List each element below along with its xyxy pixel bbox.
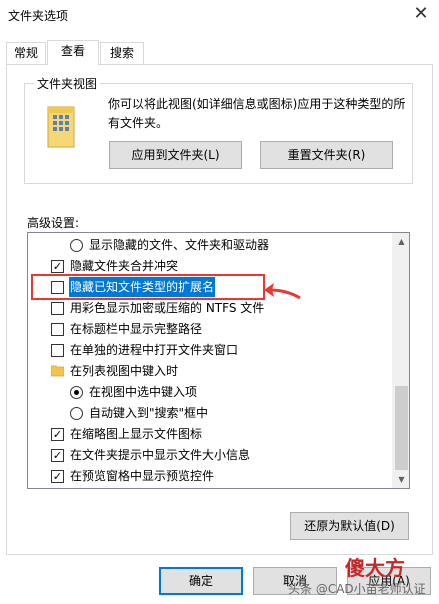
- restore-defaults-button[interactable]: 还原为默认值(D): [290, 512, 409, 540]
- watermark-text: 头条 @CAD小苗老师认证: [288, 582, 426, 596]
- folder-views-description: 你可以将此视图(如详细信息或图标)应用于这种类型的所有文件夹。: [108, 97, 406, 130]
- checkbox-checked[interactable]: ✓: [51, 470, 64, 483]
- title-bar: 文件夹选项 ✕: [0, 0, 439, 30]
- folder-icon: [51, 365, 64, 377]
- watermark-logo: 傻大方: [345, 556, 405, 580]
- close-icon[interactable]: ✕: [409, 2, 433, 26]
- folder-views-label: 文件夹视图: [34, 75, 101, 92]
- annotation-arrow-icon: [264, 283, 301, 300]
- annotation-highlight-box: [31, 274, 265, 300]
- checkbox-unchecked[interactable]: [51, 344, 64, 357]
- radio-button[interactable]: [70, 407, 83, 420]
- tab-general[interactable]: 常规: [6, 42, 46, 64]
- scroll-down-icon[interactable]: ▼: [393, 471, 409, 488]
- checkbox-unchecked[interactable]: [51, 302, 64, 315]
- scroll-up-icon[interactable]: ▲: [393, 233, 409, 250]
- tab-strip: 常规 查看 搜索: [0, 40, 439, 65]
- window-title: 文件夹选项: [8, 9, 69, 23]
- advanced-settings-label: 高级设置:: [27, 216, 80, 230]
- folder-view-icon: [47, 106, 75, 148]
- tab-search[interactable]: 搜索: [100, 42, 144, 64]
- ok-button[interactable]: 确定: [159, 567, 243, 595]
- radio-button[interactable]: [70, 239, 83, 252]
- checkbox-checked[interactable]: ✓: [51, 449, 64, 462]
- scroll-thumb[interactable]: [395, 386, 408, 470]
- checkbox-checked[interactable]: ✓: [51, 260, 64, 273]
- tab-view[interactable]: 查看: [47, 40, 99, 65]
- checkbox-checked[interactable]: ✓: [51, 428, 64, 441]
- apply-to-folders-button[interactable]: 应用到文件夹(L): [109, 141, 242, 169]
- reset-folders-button[interactable]: 重置文件夹(R): [260, 141, 393, 169]
- checkbox-unchecked[interactable]: [51, 323, 64, 336]
- advanced-settings-list[interactable]: 显示隐藏的文件、文件夹和驱动器 ✓ 隐藏文件夹合并冲突 隐藏已知文件类型的扩展名…: [27, 232, 410, 489]
- radio-button-selected[interactable]: [70, 386, 83, 399]
- vertical-scrollbar[interactable]: ▲ ▼: [392, 233, 409, 488]
